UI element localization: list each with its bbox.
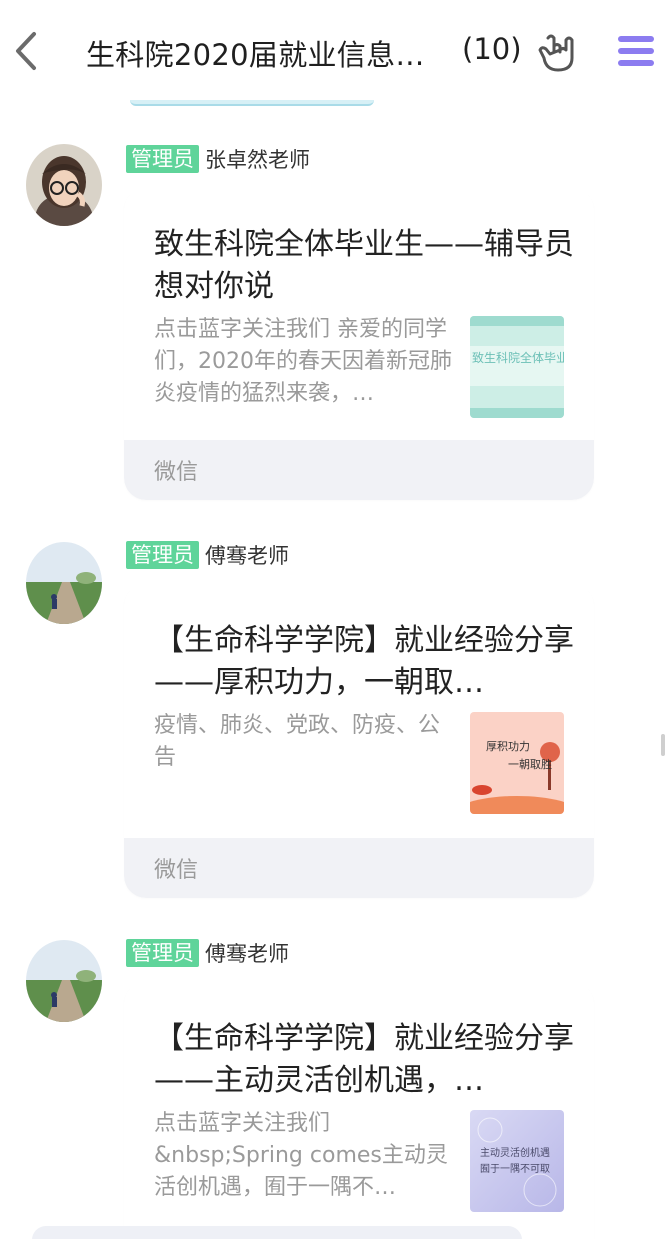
avatar[interactable]: [26, 144, 102, 226]
avatar-image: [26, 940, 102, 1022]
article-title: 【生命科学学院】就业经验分享——厚积功力，一朝取…: [154, 623, 574, 700]
article-thumbnail: 厚积功力 一朝取胜: [470, 712, 564, 814]
avatar[interactable]: [26, 542, 102, 624]
avatar[interactable]: [26, 940, 102, 1022]
menu-button[interactable]: [614, 30, 658, 72]
article-description: 点击蓝字关注我们 亲爱的同学们，2020年的春天因着新冠肺炎疫情的猛烈来袭，…: [154, 317, 452, 406]
thumbnail-text-line2: 一朝取胜: [508, 757, 552, 771]
article-title: 致生科院全体毕业生——辅导员想对你说: [154, 227, 574, 304]
article-source: 微信: [154, 460, 199, 485]
menu-icon: [618, 36, 654, 66]
chat-title: 生科院2020届就业信息…: [86, 38, 425, 72]
sender-row: 管理员 傅骞老师: [126, 938, 289, 968]
sender-name: 傅骞老师: [205, 544, 289, 568]
article-footer: 微信: [124, 838, 594, 898]
chat-header: 生科院2020届就业信息… (10): [0, 0, 665, 100]
sender-name: 张卓然老师: [205, 148, 310, 172]
avatar-image: [26, 144, 102, 226]
admin-badge: 管理员: [126, 541, 199, 569]
sender-row: 管理员 张卓然老师: [126, 144, 310, 174]
article-description: 点击蓝字关注我们 &nbsp;Spring comes主动灵活创机遇，囿于一隅不…: [154, 1111, 448, 1200]
thumbnail-text: 致生科院全体毕业生——辅导员想对…: [472, 350, 564, 365]
article-card[interactable]: 【生命科学学院】就业经验分享——厚积功力，一朝取… 疫情、肺炎、党政、防疫、公告…: [124, 584, 594, 898]
article-card[interactable]: 【生命科学学院】就业经验分享——主动灵活创机遇，… 点击蓝字关注我们 &nbsp…: [124, 982, 594, 1239]
article-thumbnail: 主动灵活创机遇 囿于一隅不可取: [470, 1110, 564, 1212]
thumbnail-text-line1: 厚积功力: [486, 740, 530, 753]
avatar-image: [26, 542, 102, 624]
back-chevron-icon: [16, 32, 36, 70]
thumbnail-text-line2: 囿于一隅不可取: [480, 1163, 550, 1175]
article-title: 【生命科学学院】就业经验分享——主动灵活创机遇，…: [154, 1021, 574, 1098]
article-description: 疫情、肺炎、党政、防疫、公告: [154, 713, 441, 770]
admin-badge: 管理员: [126, 939, 199, 967]
next-card-footer: [32, 1226, 522, 1239]
article-footer: 微信: [124, 440, 594, 500]
article-thumbnail: 致生科院全体毕业生——辅导员想对…: [470, 316, 564, 418]
back-button[interactable]: [8, 28, 44, 74]
article-card[interactable]: 致生科院全体毕业生——辅导员想对你说 点击蓝字关注我们 亲爱的同学们，2020年…: [124, 188, 594, 500]
scroll-indicator[interactable]: [661, 734, 665, 756]
chat-page: 生科院2020届就业信息… (10) 管理员 张卓然老师 致生科院全体毕业生——…: [0, 0, 665, 1239]
gesture-button[interactable]: [536, 30, 578, 74]
sender-name: 傅骞老师: [205, 942, 289, 966]
member-count: (10): [462, 32, 522, 66]
thumbnail-text-line1: 主动灵活创机遇: [480, 1146, 550, 1159]
rock-hand-icon: [538, 34, 574, 72]
admin-badge: 管理员: [126, 145, 199, 173]
sender-row: 管理员 傅骞老师: [126, 540, 289, 570]
article-source: 微信: [154, 858, 199, 883]
